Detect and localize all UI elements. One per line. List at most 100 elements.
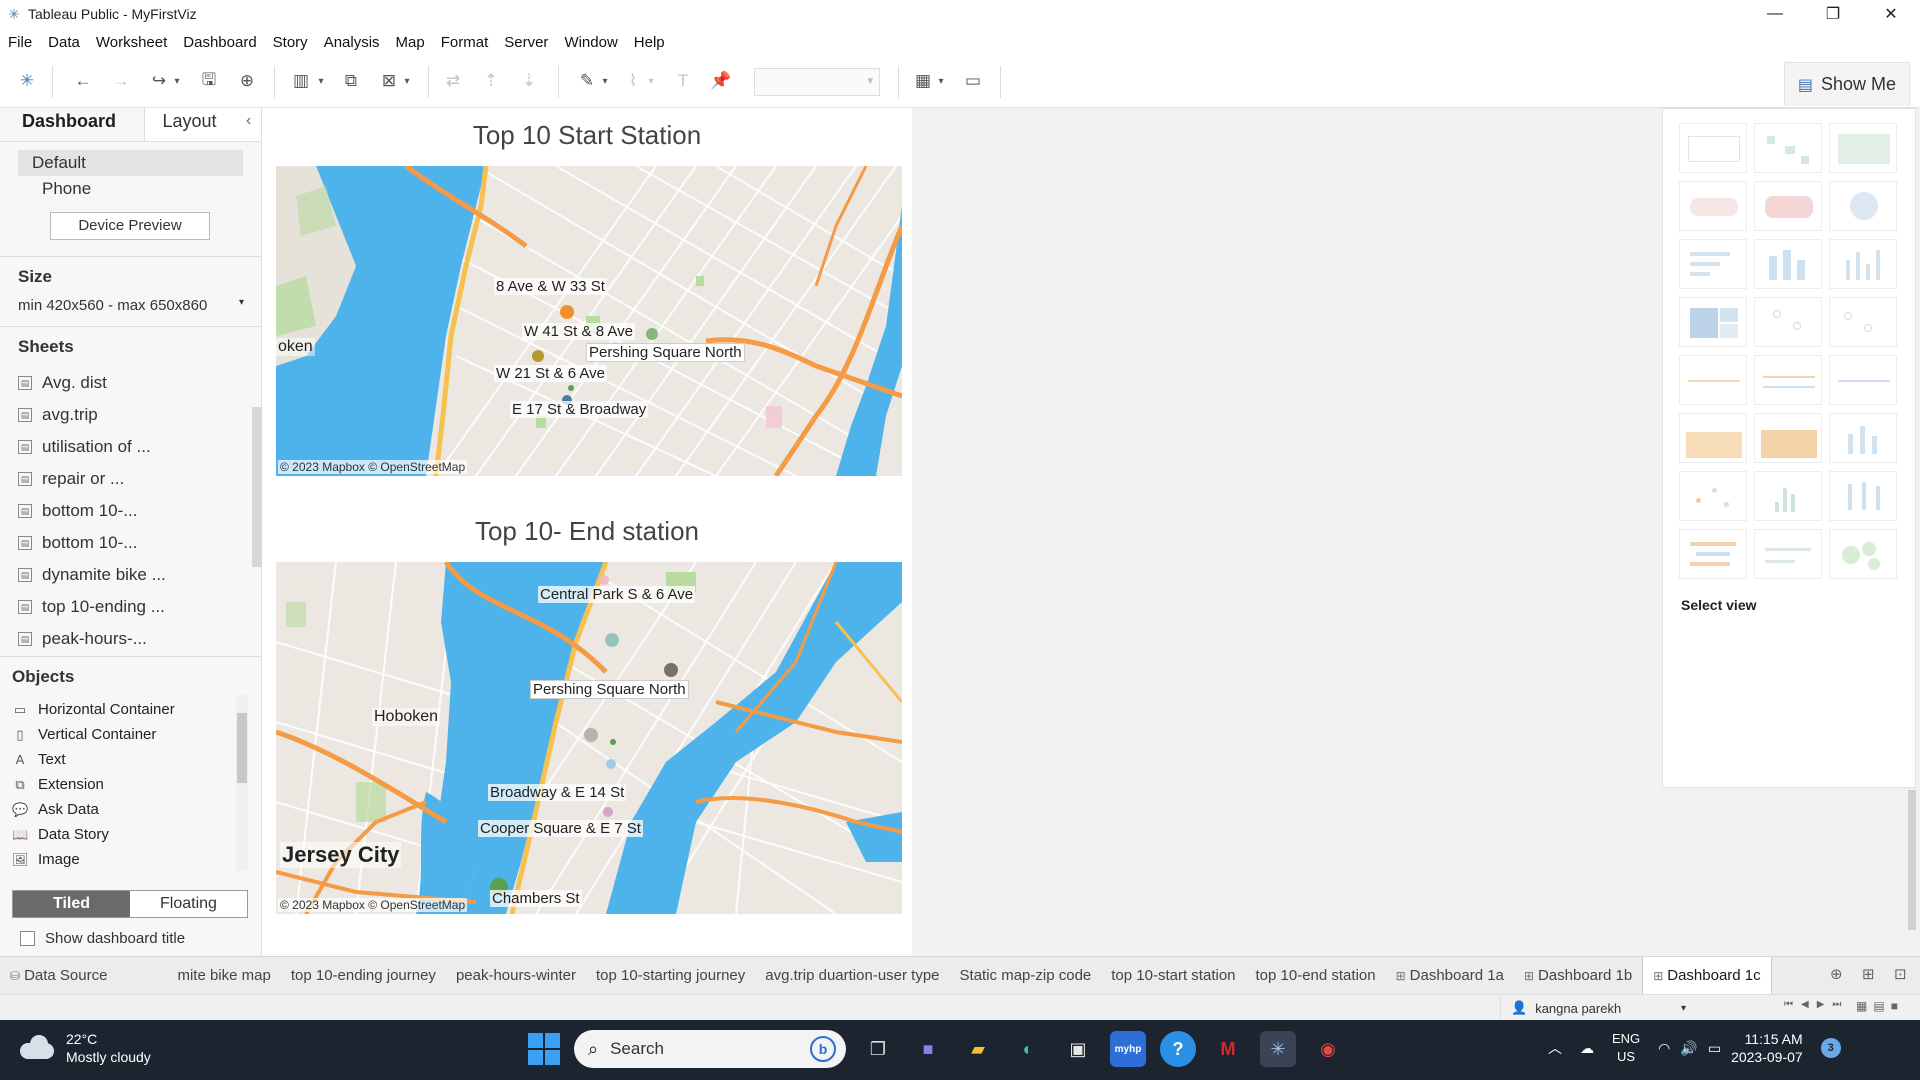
object-vertical-container[interactable]: ▯ Vertical Container	[12, 722, 262, 747]
menu-story[interactable]: Story	[265, 34, 316, 51]
map-attribution[interactable]: © 2023 Mapbox © OpenStreetMap	[278, 898, 468, 912]
filled-map-icon[interactable]	[1754, 181, 1822, 231]
side-by-side-circles-icon[interactable]	[1829, 297, 1897, 347]
tab-layout[interactable]: Layout	[144, 108, 261, 141]
station-point[interactable]	[606, 759, 616, 769]
map-attribution[interactable]: © 2023 Mapbox © OpenStreetMap	[278, 460, 468, 474]
clear-sheet-icon[interactable]: ⊠	[376, 68, 402, 94]
tab-dashboard[interactable]: Dashboard	[0, 108, 145, 141]
minimize-button[interactable]: —	[1746, 0, 1804, 28]
stacked-bars-icon[interactable]	[1754, 239, 1822, 289]
taskbar-search[interactable]: ⌕ Search b	[574, 1030, 846, 1068]
redo-icon[interactable]: →	[108, 68, 134, 94]
last-sheet-icon[interactable]: ⏭	[1832, 999, 1841, 1010]
task-view-icon[interactable]: ❐	[860, 1031, 896, 1067]
treemap-icon[interactable]	[1679, 297, 1747, 347]
menu-server[interactable]: Server	[496, 34, 556, 51]
replay-dropdown-icon[interactable]: ▾	[170, 68, 184, 94]
sheet-tab[interactable]: Static map-zip code	[950, 957, 1102, 995]
new-worksheet-icon[interactable]: ▥	[288, 68, 314, 94]
show-mark-labels-icon[interactable]: T	[670, 68, 696, 94]
station-point[interactable]	[584, 728, 598, 742]
chrome-icon[interactable]: ◉	[1310, 1031, 1346, 1067]
file-explorer-icon[interactable]: ▰	[960, 1031, 996, 1067]
next-sheet-icon[interactable]: ▶	[1817, 999, 1825, 1010]
menu-worksheet[interactable]: Worksheet	[88, 34, 175, 51]
object-ask-data[interactable]: 💬 Ask Data	[12, 797, 262, 822]
mcafee-icon[interactable]: M	[1210, 1031, 1246, 1067]
menu-help[interactable]: Help	[626, 34, 673, 51]
replay-icon[interactable]: ↪	[146, 68, 172, 94]
new-worksheet-tab-icon[interactable]: ⊕	[1830, 965, 1843, 983]
floating-button[interactable]: Floating	[130, 891, 247, 917]
sheet-item[interactable]: ▤ dynamite bike ...	[18, 559, 262, 591]
object-text[interactable]: A Text	[12, 747, 262, 772]
horizontal-bars-icon[interactable]	[1679, 239, 1747, 289]
prev-sheet-icon[interactable]: ◀	[1801, 999, 1809, 1010]
station-point[interactable]	[532, 350, 544, 362]
dual-lines-icon[interactable]	[1829, 355, 1897, 405]
sheet-item[interactable]: ▤ top 10-ending ...	[18, 591, 262, 623]
tableau-taskbar-icon[interactable]: ✳	[1260, 1031, 1296, 1067]
new-story-tab-icon[interactable]: ⊡	[1894, 965, 1907, 983]
sheet-sorter-icon[interactable]: ▦	[1856, 999, 1867, 1013]
symbol-map-icon[interactable]	[1679, 181, 1747, 231]
sheet-tab[interactable]: top 10-end station	[1246, 957, 1386, 995]
show-cards-dropdown-icon[interactable]: ▾	[934, 68, 948, 94]
sheet-item[interactable]: ▤ utilisation of ...	[18, 431, 262, 463]
sheet-item[interactable]: ▤ bottom 10-...	[18, 495, 262, 527]
station-point[interactable]	[605, 633, 619, 647]
sheet-item[interactable]: ▤ Avg. dist	[18, 367, 262, 399]
text-table-icon[interactable]	[1679, 123, 1747, 173]
show-cards-icon[interactable]: ▦	[910, 68, 936, 94]
group-dropdown-icon[interactable]: ▾	[644, 68, 658, 94]
start-station-map[interactable]: 8 Ave & W 33 St W 41 St & 8 Ave Pershing…	[276, 166, 902, 476]
close-button[interactable]: ✕	[1862, 0, 1920, 28]
bullet-graph-icon[interactable]	[1754, 529, 1822, 579]
scatter-plot-icon[interactable]	[1679, 471, 1747, 521]
show-title-checkbox[interactable]	[20, 931, 35, 946]
sort-descending-icon[interactable]: ⇣	[516, 68, 542, 94]
dashboard-tab[interactable]: ⊞ Dashboard 1b	[1514, 957, 1642, 995]
edge-browser-icon[interactable]: ◐	[1010, 1031, 1046, 1067]
gantt-chart-icon[interactable]	[1679, 529, 1747, 579]
station-point[interactable]	[646, 328, 658, 340]
highlight-dropdown-icon[interactable]: ▾	[598, 68, 612, 94]
clock[interactable]: 11:15 AM 2023-09-07	[1731, 1030, 1803, 1066]
sheet-tab[interactable]: top 10-starting journey	[586, 957, 755, 995]
wifi-icon[interactable]: ◠	[1658, 1040, 1670, 1057]
teams-chat-icon[interactable]: ■	[910, 1031, 946, 1067]
swap-rows-columns-icon[interactable]: ⇄	[440, 68, 466, 94]
filmstrip-icon[interactable]: ▤	[1873, 999, 1884, 1013]
sheet-tab[interactable]: top 10-ending journey	[281, 957, 446, 995]
help-icon[interactable]: ?	[1160, 1031, 1196, 1067]
show-me-button[interactable]: ▤ Show Me	[1784, 62, 1910, 106]
device-phone[interactable]: Phone	[18, 176, 243, 202]
object-extension[interactable]: ⧉ Extension	[12, 772, 262, 797]
lines-continuous-icon[interactable]	[1679, 355, 1747, 405]
sheets-scrollbar[interactable]	[252, 407, 262, 567]
maximize-button[interactable]: ❐	[1804, 0, 1862, 28]
menu-data[interactable]: Data	[40, 34, 88, 51]
start-windows-icon[interactable]	[528, 1033, 560, 1065]
notification-badge[interactable]: 3	[1820, 1038, 1841, 1058]
add-data-source-icon[interactable]: ⊕	[234, 68, 260, 94]
histogram-icon[interactable]	[1754, 471, 1822, 521]
circle-views-icon[interactable]	[1754, 297, 1822, 347]
station-point[interactable]	[560, 305, 574, 319]
language-indicator[interactable]: ENG US	[1612, 1030, 1640, 1066]
pie-chart-icon[interactable]	[1829, 181, 1897, 231]
sheet-tab[interactable]: peak-hours-winter	[446, 957, 586, 995]
packed-bubbles-icon[interactable]	[1829, 529, 1897, 579]
first-sheet-icon[interactable]: ⏮	[1784, 999, 1793, 1010]
new-dashboard-tab-icon[interactable]: ⊞	[1862, 965, 1875, 983]
myhp-icon[interactable]: myhp	[1110, 1031, 1146, 1067]
highlight-icon[interactable]: ✎	[574, 68, 600, 94]
menu-file[interactable]: File	[0, 34, 40, 51]
new-worksheet-dropdown-icon[interactable]: ▾	[314, 68, 328, 94]
object-horizontal-container[interactable]: ▭ Horizontal Container	[12, 697, 262, 722]
end-station-map[interactable]: Central Park S & 6 Ave Pershing Square N…	[276, 562, 902, 914]
tabs-view-icon[interactable]: ■	[1891, 999, 1898, 1013]
station-point[interactable]	[568, 385, 574, 391]
duplicate-sheet-icon[interactable]: ⧉	[338, 68, 364, 94]
